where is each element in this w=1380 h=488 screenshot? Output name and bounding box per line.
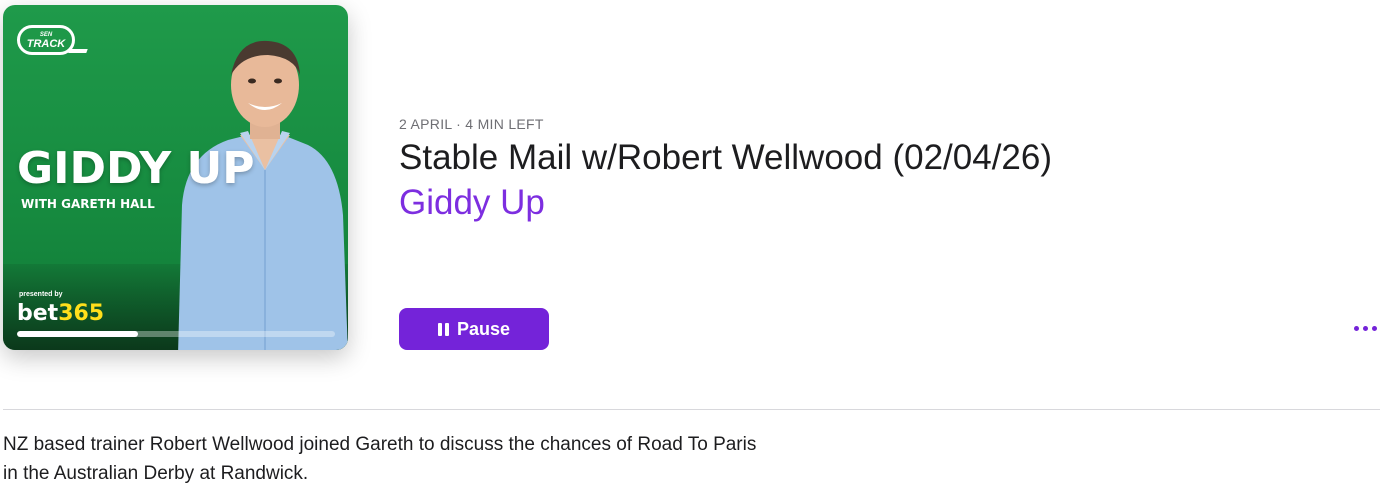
- sponsor-logo: bet365: [17, 301, 105, 326]
- pause-button-label: Pause: [456, 318, 511, 339]
- episode-artwork[interactable]: SEN TRACK GIDDY UP WITH GARETH HALL pres…: [3, 5, 348, 350]
- playback-progress-fill: [17, 331, 138, 337]
- divider: [3, 409, 1380, 410]
- more-icon[interactable]: [1354, 318, 1380, 338]
- sen-track-logo: SEN TRACK: [17, 25, 75, 55]
- artwork-title: GIDDY UP: [17, 143, 255, 194]
- artwork-subtitle: WITH GARETH HALL: [21, 197, 155, 211]
- show-link[interactable]: Giddy Up: [399, 183, 545, 223]
- episode-meta: 2 APRIL · 4 MIN LEFT: [399, 116, 544, 132]
- logo-tail: [68, 49, 88, 53]
- presented-by-text: presented by: [19, 291, 63, 298]
- pause-button[interactable]: Pause: [399, 308, 549, 350]
- pause-icon: [437, 322, 449, 336]
- playback-progress-bar[interactable]: [17, 331, 335, 337]
- episode-title: Stable Mail w/Robert Wellwood (02/04/26): [399, 138, 1053, 177]
- episode-description: NZ based trainer Robert Wellwood joined …: [3, 434, 757, 484]
- logo-text: TRACK: [26, 38, 66, 50]
